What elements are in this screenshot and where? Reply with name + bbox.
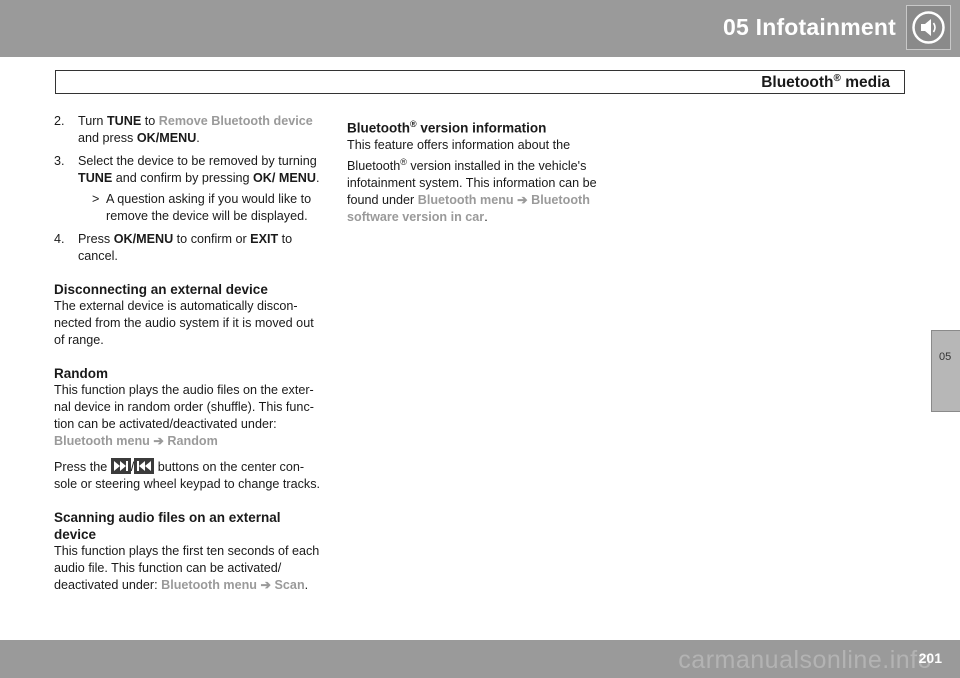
header-band: 05 Infotainment — [0, 0, 960, 57]
step-4: 4. Press OK/MENU to confirm or EXIT to c… — [54, 232, 293, 263]
arrow-right-icon: ➔ — [517, 192, 528, 207]
step-3-result: > A question asking if you would like to … — [92, 192, 312, 223]
random-heading: Random — [54, 366, 108, 381]
random-menu-path: Bluetooth menu ➔ Random — [54, 434, 218, 448]
previous-track-icon — [134, 458, 155, 474]
scan-text: This function plays the first ten second… — [54, 544, 320, 592]
step-2: 2. Turn TUNE to Remove Bluetooth device … — [54, 114, 313, 145]
disconnect-text: The external device is automatically dis… — [54, 299, 314, 347]
chapter-side-tab[interactable]: 05 — [931, 330, 960, 412]
section-header-bar: Bluetooth® media — [55, 70, 905, 94]
next-track-icon — [110, 458, 131, 474]
speaker-icon — [906, 5, 951, 50]
menu-path: Remove Bluetooth device — [158, 114, 313, 128]
side-tab-label: 05 — [939, 351, 952, 363]
track-buttons-text: Press the / buttons on the center con-so… — [54, 458, 321, 491]
right-column: Bluetooth® version information This feat… — [347, 116, 613, 226]
section-title: Bluetooth® media — [761, 73, 890, 92]
arrow-right-icon: ➔ — [260, 578, 272, 592]
step-3: 3. Select the device to be removed by tu… — [54, 153, 326, 225]
disconnect-heading: Disconnecting an external device — [54, 282, 268, 297]
scan-menu-path: Bluetooth menu ➔ Scan — [161, 578, 305, 592]
arrow-right-icon: ➔ — [153, 434, 164, 448]
chapter-title: 05 Infotainment — [723, 14, 896, 40]
version-heading: Bluetooth® version information — [347, 119, 547, 136]
watermark: carmanualsonline.info — [678, 646, 932, 674]
page-number: 201 — [918, 650, 942, 666]
scan-heading: Scanning audio files on an external devi… — [54, 510, 281, 542]
random-text: This function plays the audio files on t… — [54, 383, 314, 448]
left-column: 2. Turn TUNE to Remove Bluetooth device … — [54, 113, 326, 594]
footer-band: carmanualsonline.info 201 — [0, 640, 960, 678]
version-text: This feature offers information about th… — [347, 137, 597, 224]
